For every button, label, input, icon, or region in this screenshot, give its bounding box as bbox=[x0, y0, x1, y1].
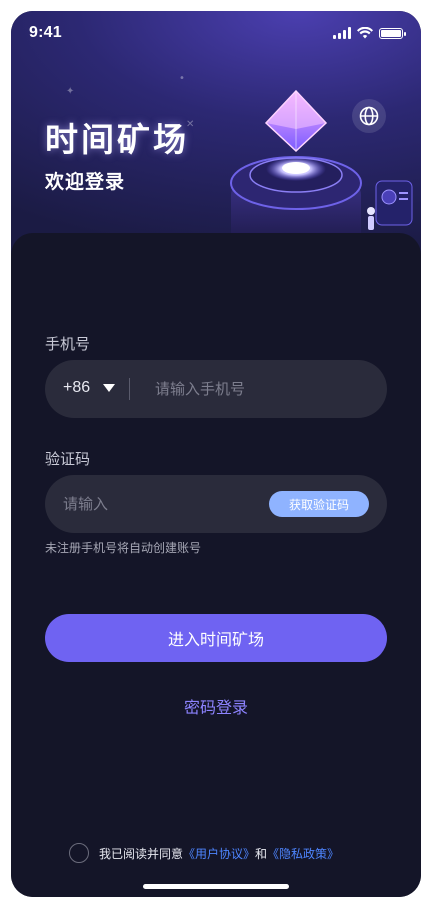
agreement-row: 我已阅读并同意《用户协议》和《隐私政策》 bbox=[69, 843, 339, 863]
status-bar: 9:41 bbox=[11, 11, 421, 55]
code-input-group: 获取验证码 bbox=[45, 475, 387, 533]
status-time: 9:41 bbox=[29, 24, 62, 41]
welcome-subtitle: 欢迎登录 bbox=[45, 172, 126, 193]
language-button[interactable] bbox=[352, 99, 386, 133]
get-code-button[interactable]: 获取验证码 bbox=[269, 491, 369, 517]
globe-icon bbox=[359, 106, 379, 126]
status-icons bbox=[333, 27, 406, 39]
agreement-text: 我已阅读并同意《用户协议》和《隐私政策》 bbox=[99, 845, 339, 862]
verification-code-input[interactable] bbox=[63, 475, 253, 533]
agreement-checkbox[interactable] bbox=[69, 843, 89, 863]
code-label: 验证码 bbox=[45, 451, 91, 468]
app-title: 时间矿场 bbox=[45, 121, 189, 158]
phone-input-group: +86 bbox=[45, 360, 387, 418]
app-screen: ✦ ✕ • 9:41 时间矿场 欢迎登录 手机号 +86 请输入手机号 验证码 … bbox=[11, 11, 421, 897]
agreement-prefix: 我已阅读并同意 bbox=[99, 846, 184, 861]
sparkle-decoration: ✦ bbox=[66, 86, 75, 97]
caret-down-icon[interactable] bbox=[103, 384, 115, 392]
mining-machine-illustration bbox=[216, 89, 413, 256]
sparkle-decoration: • bbox=[179, 73, 185, 84]
user-agreement-link[interactable]: 《用户协议》 bbox=[183, 847, 255, 861]
country-code-selector[interactable]: +86 bbox=[63, 379, 90, 397]
cellular-signal-icon bbox=[333, 27, 351, 39]
enter-button[interactable]: 进入时间矿场 bbox=[45, 614, 387, 662]
auto-register-hint: 未注册手机号将自动创建账号 bbox=[45, 541, 202, 555]
wifi-icon bbox=[357, 27, 373, 39]
battery-icon bbox=[379, 27, 406, 39]
input-divider bbox=[129, 378, 130, 400]
home-indicator[interactable] bbox=[143, 884, 289, 889]
login-card: 手机号 +86 验证码 获取验证码 未注册手机号将自动创建账号 进入时间矿场 密… bbox=[11, 233, 421, 897]
agreement-and: 和 bbox=[255, 846, 268, 861]
password-login-link[interactable]: 密码登录 bbox=[11, 694, 421, 718]
privacy-policy-link[interactable]: 《隐私政策》 bbox=[267, 847, 339, 861]
hero-banner: ✦ ✕ • 9:41 时间矿场 欢迎登录 bbox=[11, 11, 421, 256]
phone-label: 手机号 bbox=[45, 336, 91, 353]
phone-input[interactable] bbox=[155, 360, 370, 418]
